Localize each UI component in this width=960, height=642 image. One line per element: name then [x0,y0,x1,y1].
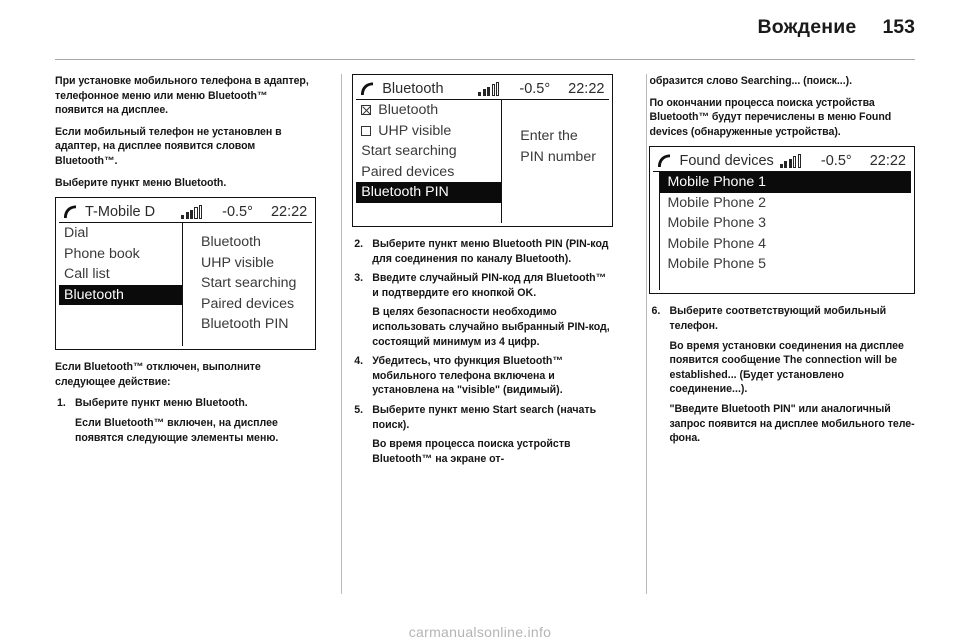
display2-menu-pane: Bluetooth UHP visible Start searching Pa… [356,100,503,224]
step-3: 3. Введите случайный PIN-код для Bluetoo… [352,271,613,349]
radio-display-bluetooth: Bluetooth -0.5° 22:22 Bluetooth UHP visi… [352,74,614,227]
radio-display-found-devices: Found devices -0.5° 22:22 Mobile Phone 1… [649,146,915,295]
menu-item-blank-1 [356,203,501,224]
step-5-note: Во время процесса поиска устройств Bluet… [372,438,571,465]
menu-item-phone-book[interactable]: Phone book [59,244,182,265]
column-1: При установке мобильного телефона в адап… [55,74,317,594]
menu-item-uhp-visible-label: UHP visible [378,122,452,139]
display-menu-pane: Dial Phone book Call list Bluetooth [59,223,183,347]
col1-paragraph-1: При установке мобильного телефона в адап… [55,75,309,117]
display3-clock: 22:22 [869,152,906,169]
menu-item-bluetooth-toggle[interactable]: Bluetooth [356,100,501,121]
radio-display-tmobile: T-Mobile D -0.5° 22:22 Dial Phone book C… [55,197,317,351]
col1-after-intro: Если Bluetooth™ отключен, выполните след… [55,361,261,388]
step-2-text: Выберите пункт меню Bluetooth PIN (PIN-к… [372,238,609,265]
step-2: 2. Выберите пункт меню Bluetooth PIN (PI… [352,237,613,266]
watermark: carmanualsonline.info [408,624,552,640]
display3-status-bar: Found devices -0.5° 22:22 [653,150,911,173]
step-4: 4. Убедитесь, что функция Bluetooth™ моб… [352,354,613,398]
menu-item-bluetooth-pin[interactable]: Bluetooth PIN [356,182,502,203]
display-clock: 22:22 [270,203,308,220]
submenu-item-bluetooth[interactable]: Bluetooth [201,232,312,253]
col1-paragraph-3: Выберите пункт меню Bluetooth. [55,176,227,189]
display-submenu-pane: Bluetooth UHP visible Start searching Pa… [183,223,312,346]
menu-item-bluetooth[interactable]: Bluetooth [59,284,182,306]
step-6-number: 6. [651,305,661,318]
list-item-mobile-phone-2[interactable]: Mobile Phone 2 [660,193,911,214]
header-rule [55,59,915,60]
col3-closing: "Введите Bluetooth PIN" или аналогичный … [669,402,915,445]
list-item-mobile-phone-5[interactable]: Mobile Phone 5 [660,254,911,275]
menu-item-blank-1 [59,305,182,326]
step-6: 6. Выберите соответствующий мобильный те… [649,304,915,397]
step-3-note: В целях безопасности необходимо использо… [372,306,610,348]
display2-clock: 22:22 [568,80,605,97]
checkbox-unchecked-icon[interactable] [361,125,372,136]
col3-steps: 6. Выберите соответствующий мобильный те… [649,304,915,397]
menu-item-uhp-visible-toggle[interactable]: UHP visible [356,121,501,142]
col1-steps: 1. Выберите пункт меню Bluetooth. Если B… [55,396,316,445]
step-5-number: 5. [354,403,364,416]
menu-item-start-searching[interactable]: Start searching [356,141,501,162]
col2-steps: 2. Выберите пункт меню Bluetooth PIN (PI… [352,237,613,466]
submenu-item-paired-devices[interactable]: Paired devices [201,294,312,315]
list-item-mobile-phone-4[interactable]: Mobile Phone 4 [660,234,911,255]
list-item-mobile-phone-1[interactable]: Mobile Phone 1 [660,172,911,193]
column-2: Bluetooth -0.5° 22:22 Bluetooth UHP visi… [352,74,614,594]
display-body: Dial Phone book Call list Bluetooth Blue… [59,223,312,347]
menu-item-paired-devices[interactable]: Paired devices [356,162,501,183]
content-columns: При установке мобильного телефона в адап… [55,74,915,594]
menu-item-dial[interactable]: Dial [59,223,182,244]
phone-handset-icon [359,81,376,97]
display2-status-bar: Bluetooth -0.5° 22:22 [356,78,610,100]
menu-item-blank-2 [59,326,182,347]
display2-temperature: -0.5° [519,80,551,97]
submenu-item-uhp-visible[interactable]: UHP visible [201,253,312,274]
column-3: образится слово Searching... (поиск...).… [649,74,915,594]
col3-paragraph-2: По окончании процесса поиска устройства … [649,96,892,138]
prompt-line-2: PIN number [520,148,596,165]
checkbox-checked-icon[interactable] [361,105,372,116]
step-6-text: Выберите соответствующий мобильный телеф… [669,305,887,332]
signal-strength-icon [181,204,203,219]
submenu-item-bluetooth-pin[interactable]: Bluetooth PIN [201,314,312,335]
step-3-number: 3. [354,272,364,285]
step-6-note: Во время установки соединения на дисплее… [669,339,904,396]
step-1-number: 1. [57,397,66,410]
phone-handset-icon [62,204,79,220]
step-5-text: Выберите пункт меню Start search (начать… [372,403,597,431]
found-devices-list: Mobile Phone 1 Mobile Phone 2 Mobile Pho… [659,172,911,291]
col1-paragraph-2: Если мобильный телефон не установлен в а… [55,125,282,167]
page-number: 153 [882,16,915,38]
menu-item-bluetooth-label: Bluetooth [378,102,439,118]
display3-title: Found devices [679,152,774,169]
display-title: T-Mobile D [85,203,156,220]
display-status-bar: T-Mobile D -0.5° 22:22 [59,201,313,224]
manual-page: Вождение 153 При установке мобильного те… [0,0,960,642]
step-2-number: 2. [354,238,364,250]
step-1: 1. Выберите пункт меню Bluetooth. Если B… [55,396,316,445]
display2-title: Bluetooth [382,80,444,97]
display2-prompt-pane: Enter the PIN number [502,100,609,223]
step-1-note: Если Bluetooth™ включен, на дисплее появ… [75,416,279,444]
display3-temperature: -0.5° [820,152,852,169]
submenu-item-start-searching[interactable]: Start searching [201,273,312,294]
display-temperature: -0.5° [222,203,253,220]
step-3-text: Введите случайный PIN-код для Bluetooth™… [372,272,607,299]
col3-paragraph-1: образится слово Searching... (поиск...). [649,75,852,87]
menu-item-call-list[interactable]: Call list [59,264,182,285]
step-4-number: 4. [354,355,364,368]
signal-strength-icon [779,153,801,168]
signal-strength-icon [478,81,500,96]
display2-body: Bluetooth UHP visible Start searching Pa… [356,100,609,223]
phone-handset-icon [656,153,673,169]
step-4-text: Убедитесь, что функция Bluetooth™ мобиль… [372,355,563,397]
step-5: 5. Выберите пункт меню Start search (нач… [352,403,613,466]
display3-body: Mobile Phone 1 Mobile Phone 2 Mobile Pho… [653,172,911,291]
step-1-text: Выберите пункт меню Bluetooth. [75,397,248,410]
page-header: Вождение 153 [55,16,915,60]
page-title: Вождение [757,16,857,38]
list-item-mobile-phone-3[interactable]: Mobile Phone 3 [660,213,911,234]
prompt-line-1: Enter the [520,128,578,144]
